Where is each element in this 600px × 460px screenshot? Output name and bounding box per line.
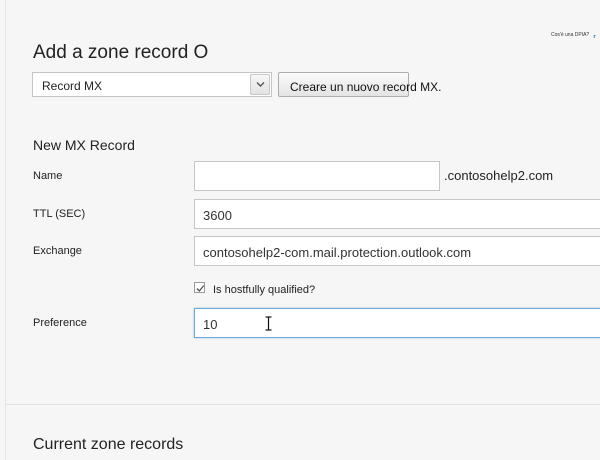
- help-flag-icon: ⸢: [593, 34, 597, 44]
- preference-input[interactable]: 10: [194, 308, 600, 338]
- section-divider: [6, 404, 600, 405]
- exchange-input-value: contosohelp2-com.mail.protection.outlook…: [203, 245, 472, 260]
- create-record-button-label: Creare un nuovo record MX.: [290, 80, 442, 94]
- chevron-down-icon: [256, 82, 265, 87]
- exchange-input[interactable]: contosohelp2-com.mail.protection.outlook…: [194, 236, 600, 266]
- page-frame-edge: [5, 0, 6, 460]
- dropdown-button[interactable]: [250, 74, 270, 95]
- check-icon: [196, 285, 205, 292]
- current-records-title: Current zone records: [33, 436, 184, 453]
- create-record-button[interactable]: Creare un nuovo record MX.: [278, 72, 441, 97]
- ttl-input-value: 3600: [203, 208, 232, 223]
- record-type-select[interactable]: Record MX: [32, 72, 272, 97]
- section-title: New MX Record: [33, 137, 135, 153]
- name-input[interactable]: [194, 161, 440, 191]
- exchange-label: Exchange: [33, 245, 82, 257]
- fully-qualified-label: Is hostfully qualified?: [213, 284, 316, 296]
- name-label: Name: [33, 170, 63, 182]
- page-title: Add a zone record O: [33, 42, 209, 63]
- fully-qualified-checkbox[interactable]: [194, 282, 205, 293]
- help-link-text: Cos'è una DPIA?: [551, 32, 590, 38]
- record-type-value: Record MX: [42, 79, 103, 93]
- preference-input-value: 10: [203, 317, 218, 332]
- text-cursor-icon: [265, 316, 272, 331]
- preference-label: Preference: [33, 317, 87, 329]
- ttl-input[interactable]: 3600: [194, 199, 600, 229]
- help-link[interactable]: Cos'è una DPIA? ⸢: [551, 32, 597, 44]
- domain-suffix: .contosohelp2.com: [444, 168, 554, 183]
- ttl-label: TTL (SEC): [33, 208, 86, 220]
